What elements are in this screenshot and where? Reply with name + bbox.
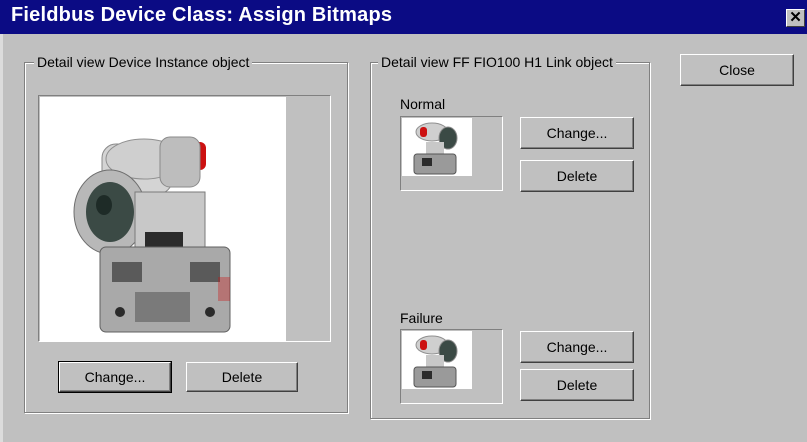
failure-change-button[interactable]: Change... bbox=[520, 331, 634, 363]
field-transmitter-icon bbox=[413, 122, 458, 175]
dialog-window: Fieldbus Device Class: Assign Bitmaps ✕ … bbox=[0, 0, 807, 442]
normal-label: Normal bbox=[400, 96, 446, 112]
field-transmitter-icon bbox=[413, 335, 458, 388]
failure-delete-button[interactable]: Delete bbox=[520, 369, 634, 401]
failure-bitmap bbox=[402, 331, 472, 389]
device-instance-change-button[interactable]: Change... bbox=[58, 361, 172, 393]
failure-bitmap-frame bbox=[400, 329, 503, 404]
device-instance-bitmap-frame bbox=[38, 95, 331, 342]
title-bar: Fieldbus Device Class: Assign Bitmaps ✕ bbox=[0, 0, 807, 34]
failure-label: Failure bbox=[400, 310, 443, 326]
field-transmitter-icon bbox=[73, 136, 231, 333]
normal-bitmap-frame bbox=[400, 116, 503, 191]
normal-delete-button[interactable]: Delete bbox=[520, 160, 634, 192]
device-instance-legend: Detail view Device Instance object bbox=[34, 54, 253, 70]
device-instance-bitmap bbox=[40, 97, 286, 341]
normal-bitmap bbox=[402, 118, 472, 176]
device-instance-delete-button[interactable]: Delete bbox=[186, 362, 298, 392]
link-object-legend: Detail view FF FIO100 H1 Link object bbox=[378, 54, 616, 70]
normal-change-button[interactable]: Change... bbox=[520, 117, 634, 149]
window-title: Fieldbus Device Class: Assign Bitmaps bbox=[11, 4, 393, 26]
close-button[interactable]: Close bbox=[680, 54, 794, 86]
close-icon[interactable]: ✕ bbox=[786, 9, 805, 27]
